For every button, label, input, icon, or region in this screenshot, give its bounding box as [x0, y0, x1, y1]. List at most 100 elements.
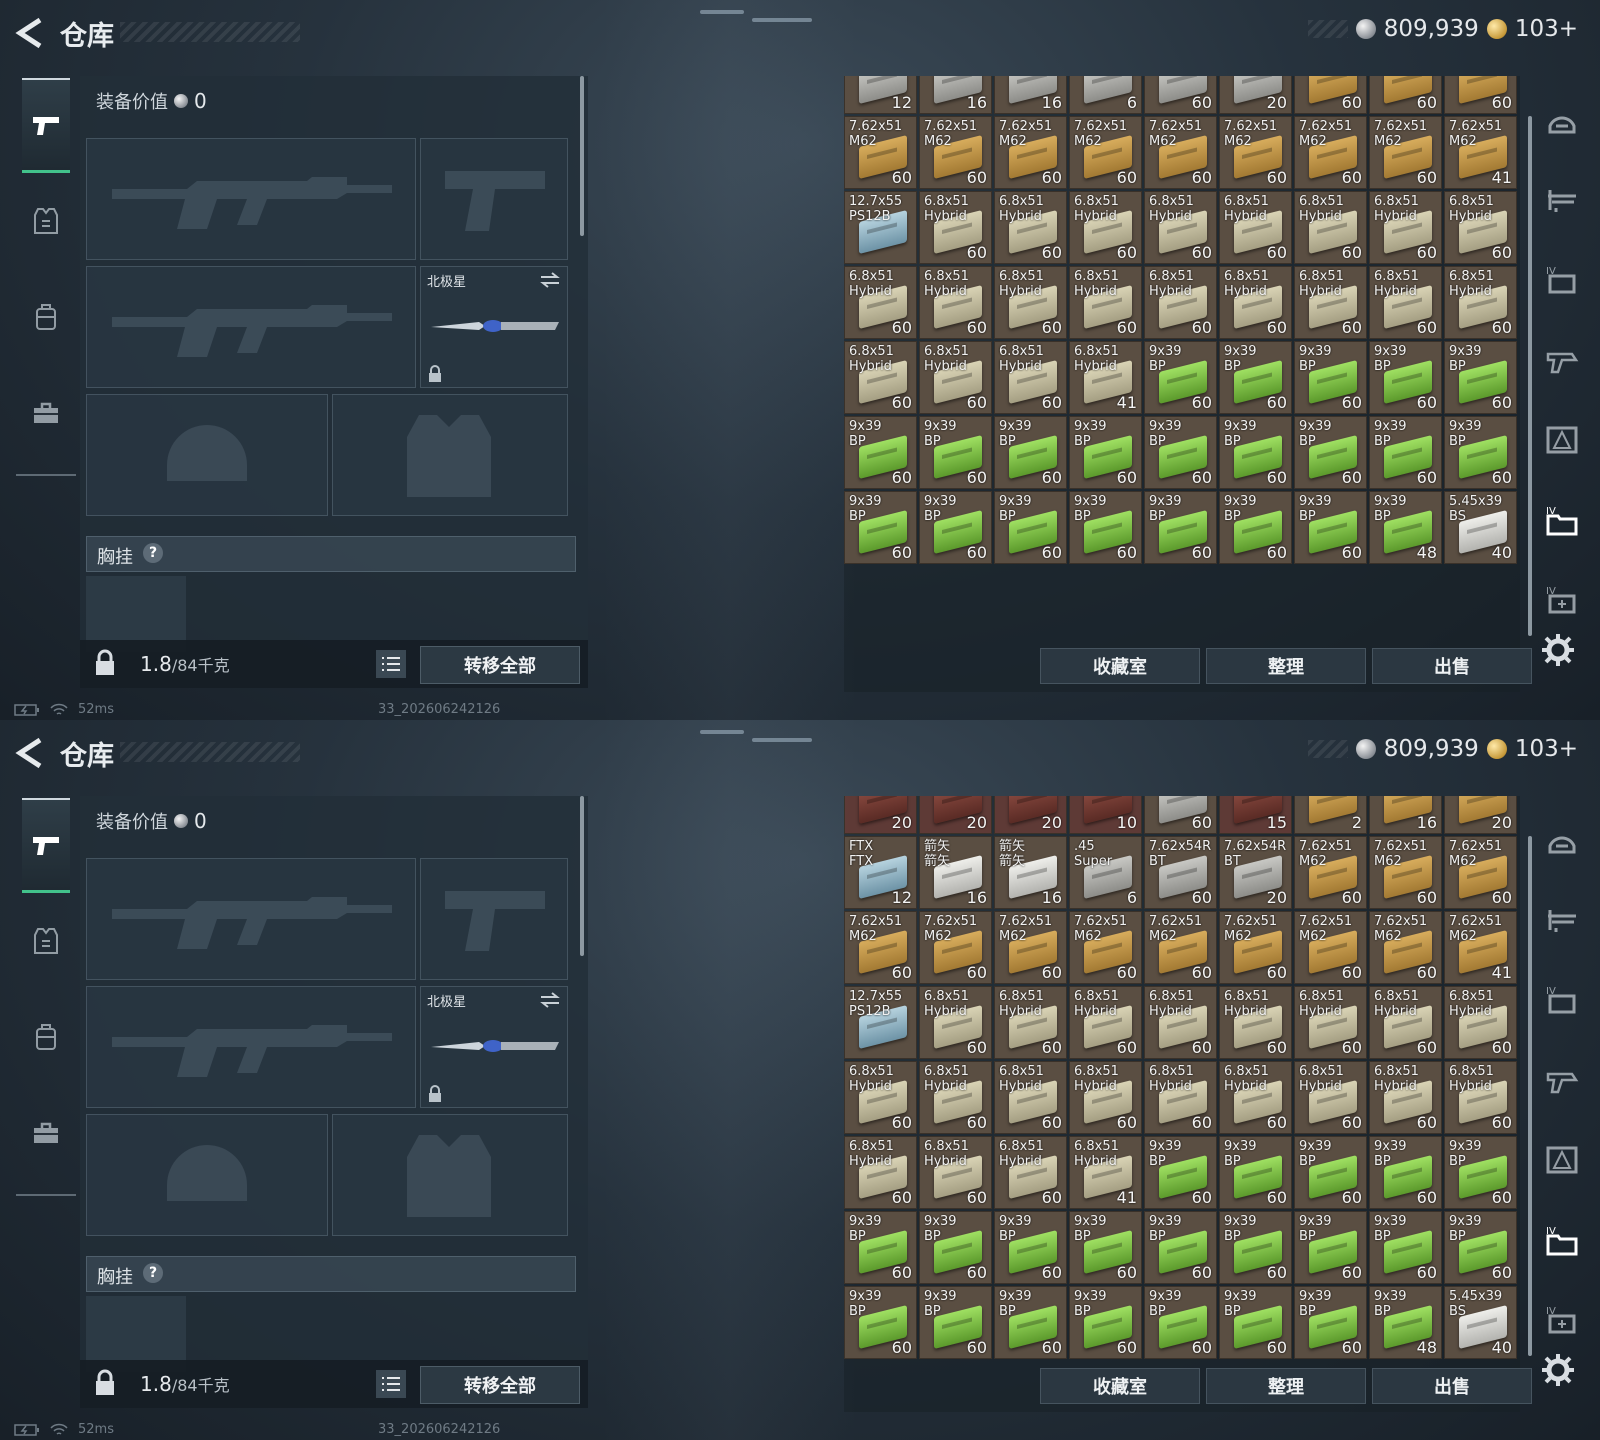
storage-item-cell[interactable]: 6.8x51 Hybrid 60: [919, 1061, 992, 1134]
storage-item-cell[interactable]: 6.8x51 Hybrid 60: [919, 1136, 992, 1209]
list-view-button[interactable]: [376, 650, 406, 678]
gear-icon[interactable]: [1540, 632, 1576, 668]
tab-tier-iv[interactable]: IV: [1540, 250, 1584, 310]
storage-item-cell[interactable]: 7.62x51 M62 60: [1069, 116, 1142, 189]
sell-button[interactable]: 出售: [1372, 1368, 1532, 1404]
storage-item-cell[interactable]: 6.8x51 Hybrid 60: [1144, 191, 1217, 264]
storage-item-cell[interactable]: 9x39 BP 60: [1219, 1211, 1292, 1284]
storage-item-cell[interactable]: 9x39 BP 60: [1444, 341, 1517, 414]
body-armor-slot[interactable]: [332, 1114, 568, 1236]
storage-item-cell[interactable]: 6.8x51 Hybrid 60: [994, 986, 1067, 1059]
storage-item-cell[interactable]: 7.62x51 M62 60: [1369, 116, 1442, 189]
storage-item-cell[interactable]: 12: [844, 76, 917, 114]
helmet-slot[interactable]: [86, 1114, 328, 1236]
storage-item-cell[interactable]: 6.8x51 Hybrid 60: [1294, 986, 1367, 1059]
tab-weapons[interactable]: [22, 798, 70, 893]
storage-item-cell[interactable]: 6.8x51 Hybrid 60: [1144, 266, 1217, 339]
storage-item-cell[interactable]: 9x39 BP 60: [844, 1211, 917, 1284]
helmet-slot[interactable]: [86, 394, 328, 516]
tab-backpack[interactable]: [22, 992, 70, 1082]
storage-item-cell[interactable]: 9x39 BP 60: [1369, 416, 1442, 489]
storage-item-cell[interactable]: 6.8x51 Hybrid 60: [919, 191, 992, 264]
storage-item-cell[interactable]: 9x39 BP 60: [1369, 1211, 1442, 1284]
sort-button[interactable]: 整理: [1206, 648, 1366, 684]
storage-item-cell[interactable]: 5.45x39 BS 40: [1444, 1286, 1517, 1359]
storage-item-cell[interactable]: 20: [844, 796, 917, 834]
storage-item-cell[interactable]: 7.62x51 M62 60: [994, 911, 1067, 984]
storage-item-cell[interactable]: 6.8x51 Hybrid 60: [1219, 986, 1292, 1059]
storage-item-cell[interactable]: 6.8x51 Hybrid 60: [1069, 1061, 1142, 1134]
storage-item-cell[interactable]: 6.8x51 Hybrid 41: [1069, 341, 1142, 414]
storage-item-cell[interactable]: 9x39 BP 60: [1294, 1136, 1367, 1209]
storage-item-cell[interactable]: 9x39 BP 60: [844, 416, 917, 489]
sort-button[interactable]: 整理: [1206, 1368, 1366, 1404]
storage-item-cell[interactable]: 12.7x55 PS12B: [844, 191, 917, 264]
storage-item-cell[interactable]: 7.62x51 M62 60: [1219, 911, 1292, 984]
storage-item-cell[interactable]: .45 Super 6: [1069, 836, 1142, 909]
equipment-scrollbar[interactable]: [580, 76, 584, 236]
help-icon[interactable]: ?: [143, 543, 163, 563]
storage-item-cell[interactable]: 7.62x51 M62 60: [1144, 911, 1217, 984]
storage-item-cell[interactable]: 6.8x51 Hybrid 60: [1444, 1061, 1517, 1134]
storage-item-cell[interactable]: 15: [1219, 796, 1292, 834]
storage-item-cell[interactable]: 60: [1444, 76, 1517, 114]
storage-item-cell[interactable]: 9x39 BP 60: [1144, 1286, 1217, 1359]
storage-item-cell[interactable]: 6.8x51 Hybrid 60: [994, 266, 1067, 339]
storage-item-cell[interactable]: 6.8x51 Hybrid 60: [844, 341, 917, 414]
storage-item-cell[interactable]: 9x39 BP 60: [1294, 416, 1367, 489]
help-icon[interactable]: ?: [143, 1263, 163, 1283]
tab-tier-iv-folder[interactable]: IV: [1540, 490, 1584, 550]
gear-icon[interactable]: [1540, 1352, 1576, 1388]
tab-weapon-parts[interactable]: [1540, 330, 1584, 390]
storage-item-cell[interactable]: 9x39 BP 48: [1369, 1286, 1442, 1359]
storage-item-cell[interactable]: 9x39 BP 60: [844, 1286, 917, 1359]
storage-item-cell[interactable]: 7.62x51 M62 60: [994, 116, 1067, 189]
storage-item-cell[interactable]: 6.8x51 Hybrid 60: [994, 1061, 1067, 1134]
storage-item-cell[interactable]: 9x39 BP 60: [919, 1211, 992, 1284]
storage-item-cell[interactable]: 7.62x51 M62 60: [844, 911, 917, 984]
tab-tier-iv-add[interactable]: IV: [1540, 1290, 1584, 1350]
primary-weapon-slot[interactable]: [86, 858, 416, 980]
tab-tier-iv-folder[interactable]: IV: [1540, 1210, 1584, 1270]
storage-item-cell[interactable]: 9x39 BP 60: [1144, 491, 1217, 564]
storage-item-cell[interactable]: 9x39 BP 60: [1144, 1136, 1217, 1209]
storage-item-cell[interactable]: 7.62x51 M62 60: [919, 911, 992, 984]
storage-item-cell[interactable]: 6.8x51 Hybrid 60: [1369, 986, 1442, 1059]
list-view-button[interactable]: [376, 1370, 406, 1398]
storage-item-cell[interactable]: 9x39 BP 60: [1369, 1136, 1442, 1209]
tab-armor[interactable]: [22, 176, 70, 266]
storage-item-cell[interactable]: 7.62x51 M62 60: [1294, 911, 1367, 984]
swap-icon[interactable]: [539, 991, 561, 1009]
storage-item-cell[interactable]: 7.62x51 M62 41: [1444, 116, 1517, 189]
storage-item-cell[interactable]: 20: [994, 796, 1067, 834]
storage-item-cell[interactable]: FTX FTX 12: [844, 836, 917, 909]
storage-item-cell[interactable]: 6.8x51 Hybrid 60: [1444, 986, 1517, 1059]
collection-room-button[interactable]: 收藏室: [1040, 1368, 1200, 1404]
lock-icon[interactable]: [90, 1368, 120, 1398]
storage-item-cell[interactable]: 6: [1069, 76, 1142, 114]
tab-rifle-rack[interactable]: [1540, 890, 1584, 950]
storage-item-cell[interactable]: 6.8x51 Hybrid 60: [994, 191, 1067, 264]
storage-item-cell[interactable]: 9x39 BP 60: [919, 416, 992, 489]
storage-item-cell[interactable]: 9x39 BP 60: [1294, 1211, 1367, 1284]
storage-item-cell[interactable]: 6.8x51 Hybrid 60: [1144, 1061, 1217, 1134]
storage-item-cell[interactable]: 9x39 BP 60: [1294, 1286, 1367, 1359]
storage-item-cell[interactable]: 9x39 BP 60: [1144, 341, 1217, 414]
tab-tier-iv[interactable]: IV: [1540, 970, 1584, 1030]
storage-item-cell[interactable]: 7.62x51 M62 60: [1294, 836, 1367, 909]
storage-item-cell[interactable]: 7.62x51 M62 41: [1444, 911, 1517, 984]
storage-item-cell[interactable]: 9x39 BP 60: [1069, 491, 1142, 564]
storage-item-cell[interactable]: 16: [919, 76, 992, 114]
storage-item-cell[interactable]: 9x39 BP 60: [1294, 341, 1367, 414]
sell-button[interactable]: 出售: [1372, 648, 1532, 684]
storage-item-cell[interactable]: 9x39 BP 60: [1369, 341, 1442, 414]
tab-helmet[interactable]: [1540, 90, 1584, 150]
storage-item-cell[interactable]: 7.62x54R BT 20: [1219, 836, 1292, 909]
storage-item-cell[interactable]: 9x39 BP 60: [1219, 1136, 1292, 1209]
tab-tier-iv-add[interactable]: IV: [1540, 570, 1584, 630]
storage-item-cell[interactable]: 6.8x51 Hybrid 60: [1294, 266, 1367, 339]
storage-item-cell[interactable]: 7.62x51 M62 60: [1369, 836, 1442, 909]
storage-item-cell[interactable]: 6.8x51 Hybrid 60: [994, 1136, 1067, 1209]
tab-warning-box[interactable]: [1540, 1130, 1584, 1190]
tab-toolbox[interactable]: [22, 1088, 70, 1178]
